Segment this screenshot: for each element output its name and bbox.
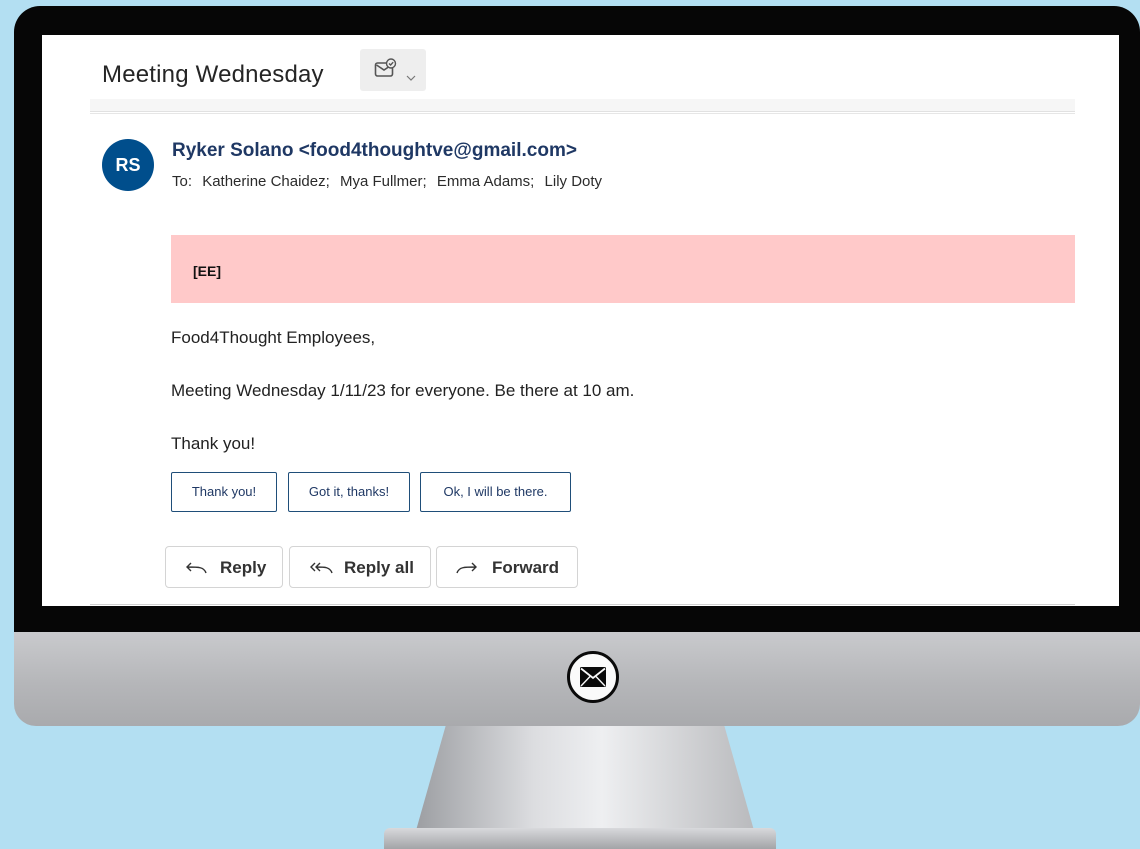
body-signoff: Thank you! [171,434,256,453]
recipient[interactable]: Emma Adams; [437,173,535,190]
monitor-stand [415,726,755,834]
email-subject: Meeting Wednesday [102,61,324,88]
recipient[interactable]: Lily Doty [545,173,603,190]
reply-arrow-icon [184,560,208,580]
reply-label: Reply [220,558,267,577]
banner-text: [EE] [193,263,221,279]
header-divider [90,99,1075,112]
body-greeting: Food4Thought Employees, [171,328,376,347]
sender-name[interactable]: Ryker Solano <food4thoughtve@gmail.com> [172,140,577,162]
chevron-down-icon [406,68,416,86]
envelope-icon [567,651,619,703]
subject-tag-button[interactable] [360,49,426,91]
quick-reply-will-be-there[interactable]: Ok, I will be there. [420,472,571,512]
to-label: To: [172,173,193,190]
recipient[interactable]: Mya Fullmer; [340,173,427,190]
quick-reply-thank-you[interactable]: Thank you! [171,472,277,512]
forward-arrow-icon [455,560,479,580]
monitor-base [384,828,776,849]
reply-button[interactable]: Reply [165,546,283,588]
recipients-line: To: Katherine Chaidez; Mya Fullmer; Emma… [172,173,608,190]
reply-all-button[interactable]: Reply all [289,546,431,588]
mail-tag-icon [374,58,398,85]
avatar: RS [102,139,154,191]
external-sender-banner: [EE] [171,235,1075,303]
forward-button[interactable]: Forward [436,546,578,588]
body-message: Meeting Wednesday 1/11/23 for everyone. … [171,381,635,400]
recipient[interactable]: Katherine Chaidez; [202,173,330,190]
reply-all-arrow-icon [308,560,334,580]
divider [90,604,1075,605]
forward-label: Forward [492,558,560,577]
email-reading-pane: Meeting Wednesday RS Ryker Solano <food4… [42,35,1119,606]
quick-reply-got-it[interactable]: Got it, thanks! [288,472,410,512]
reply-all-label: Reply all [344,558,414,577]
